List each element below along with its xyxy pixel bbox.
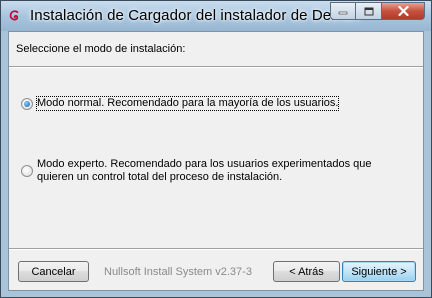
minimize-icon xyxy=(338,11,348,15)
close-icon xyxy=(397,6,409,16)
maximize-button[interactable] xyxy=(356,2,382,20)
caption-buttons xyxy=(330,2,425,22)
debian-swirl-icon xyxy=(9,10,19,21)
close-button[interactable] xyxy=(382,2,425,20)
back-button[interactable]: < Atrás xyxy=(273,261,340,282)
normal-mode-label[interactable]: Modo normal. Recomendado para la mayoría… xyxy=(35,96,340,111)
window-title: Instalación de Cargador del instalador d… xyxy=(30,7,361,24)
title-bar[interactable]: Instalación de Cargador del instalador d… xyxy=(1,1,431,31)
footer-divider xyxy=(9,248,423,250)
installer-window: Instalación de Cargador del instalador d… xyxy=(0,0,432,298)
cancel-button[interactable]: Cancelar xyxy=(18,261,89,282)
normal-mode-radio[interactable] xyxy=(21,98,33,110)
expert-mode-label[interactable]: Modo experto. Recomendado para los usuar… xyxy=(37,158,377,184)
page-prompt: Seleccione el modo de instalación: xyxy=(16,43,186,55)
header-divider xyxy=(9,66,423,68)
nsis-branding: Nullsoft Install System v2.37-3 xyxy=(104,266,252,278)
expert-mode-option[interactable]: Modo experto. Recomendado para los usuar… xyxy=(21,158,377,184)
next-button[interactable]: Siguiente > xyxy=(342,261,416,282)
minimize-button[interactable] xyxy=(330,2,356,20)
maximize-icon xyxy=(364,7,373,15)
installer-page: Seleccione el modo de instalación: Modo … xyxy=(8,31,424,291)
normal-mode-option[interactable]: Modo normal. Recomendado para la mayoría… xyxy=(21,96,340,111)
expert-mode-radio[interactable] xyxy=(21,165,33,177)
